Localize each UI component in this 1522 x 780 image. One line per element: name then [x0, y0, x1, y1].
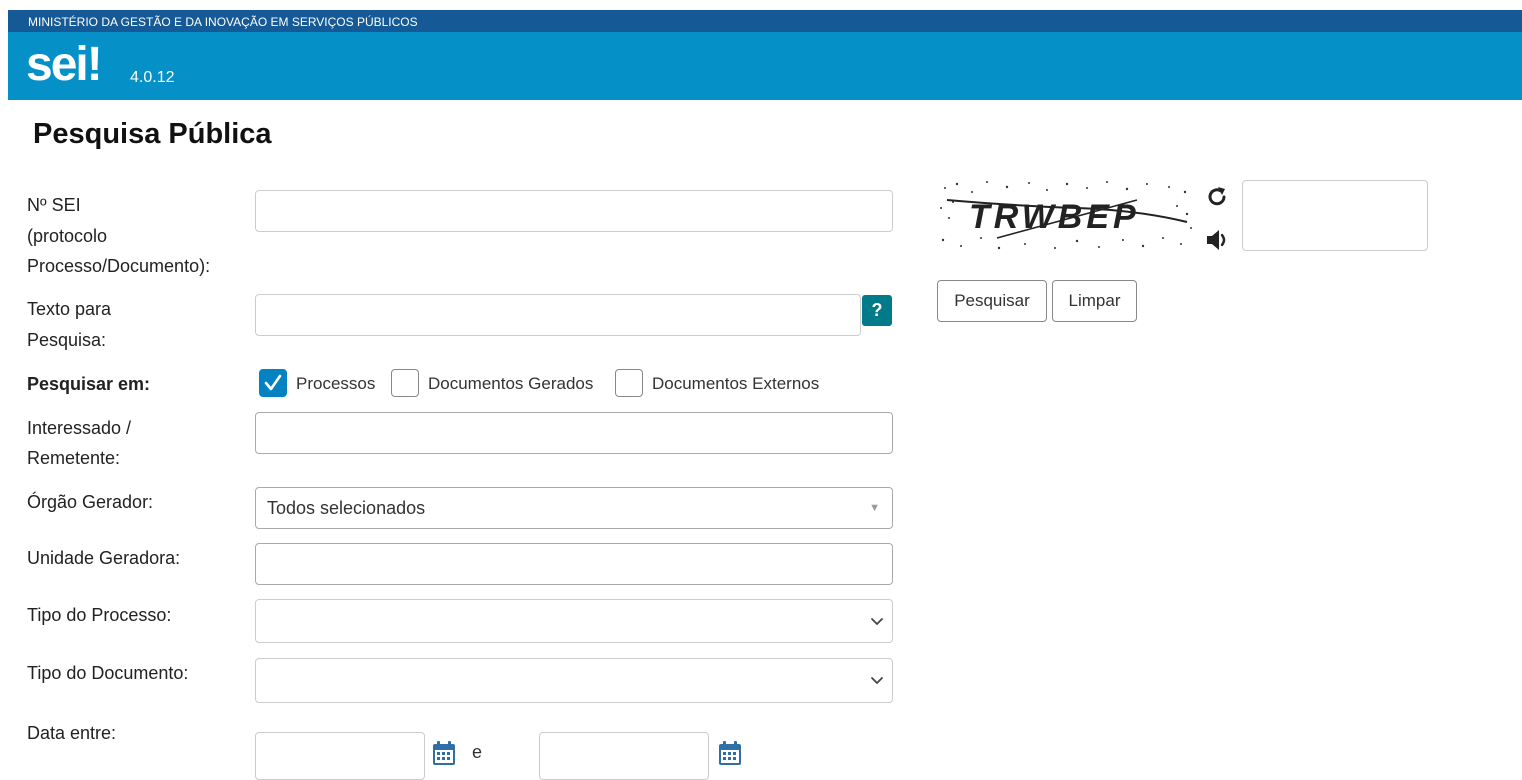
sei-logo[interactable]: sei! — [26, 40, 103, 90]
search-in-label: Pesquisar em: — [27, 374, 151, 394]
captcha-image: TRWBEP — [937, 178, 1193, 252]
caret-down-icon: ▼ — [869, 502, 880, 514]
check-icon — [264, 374, 282, 391]
captcha-input[interactable] — [1242, 180, 1428, 251]
clear-button[interactable]: Limpar — [1052, 280, 1137, 322]
chevron-down-icon — [871, 618, 883, 625]
brand-bar: sei! 4.0.12 — [8, 32, 1522, 100]
date-end-input[interactable] — [539, 732, 709, 780]
calendar-icon[interactable] — [718, 740, 742, 766]
checkbox-processos[interactable] — [259, 369, 287, 397]
checkbox-documentos-externos-label[interactable]: Documentos Externos — [652, 374, 819, 394]
checkbox-documentos-gerados[interactable] — [391, 369, 419, 397]
generating-agency-value: Todos selecionados — [267, 498, 426, 518]
chevron-down-icon — [871, 677, 883, 684]
process-type-select[interactable] — [255, 599, 893, 643]
date-start-input[interactable] — [255, 732, 425, 780]
top-ministry-bar: MINISTÉRIO DA GESTÃO E DA INOVAÇÃO EM SE… — [8, 10, 1522, 32]
document-type-select[interactable] — [255, 658, 893, 703]
process-type-label: Tipo do Processo: — [27, 605, 172, 625]
sei-number-label-line1: Nº SEI — [27, 195, 81, 215]
page-title: Pesquisa Pública — [33, 118, 272, 150]
search-text-label-line1: Texto para — [27, 299, 112, 319]
speaker-icon[interactable] — [1204, 226, 1232, 254]
version-label: 4.0.12 — [130, 69, 175, 86]
generating-agency-select[interactable]: Todos selecionados ▼ — [255, 487, 893, 529]
ministry-name: MINISTÉRIO DA GESTÃO E DA INOVAÇÃO EM SE… — [28, 15, 418, 29]
interested-input[interactable] — [255, 412, 893, 454]
date-range-separator: e — [472, 742, 483, 762]
generating-unit-label: Unidade Geradora: — [27, 548, 181, 568]
date-range-label: Data entre: — [27, 723, 117, 743]
interested-label-line1: Interessado / — [27, 418, 132, 438]
checkbox-documentos-gerados-label[interactable]: Documentos Gerados — [428, 374, 593, 394]
search-text-input[interactable] — [255, 294, 861, 336]
sei-number-input[interactable] — [255, 190, 893, 232]
document-type-label: Tipo do Documento: — [27, 663, 189, 683]
sei-number-label-line2: (protocolo — [27, 226, 108, 246]
search-text-label-line2: Pesquisa: — [27, 330, 107, 350]
refresh-icon[interactable] — [1204, 184, 1230, 210]
generating-agency-label: Órgão Gerador: — [27, 492, 154, 512]
generating-unit-input[interactable] — [255, 543, 893, 585]
sei-number-label-line3: Processo/Documento): — [27, 256, 211, 276]
search-button[interactable]: Pesquisar — [937, 280, 1047, 322]
checkbox-processos-label[interactable]: Processos — [296, 374, 375, 394]
help-button[interactable]: ? — [862, 295, 892, 326]
checkbox-documentos-externos[interactable] — [615, 369, 643, 397]
interested-label-line2: Remetente: — [27, 448, 121, 468]
calendar-icon[interactable] — [432, 740, 456, 766]
